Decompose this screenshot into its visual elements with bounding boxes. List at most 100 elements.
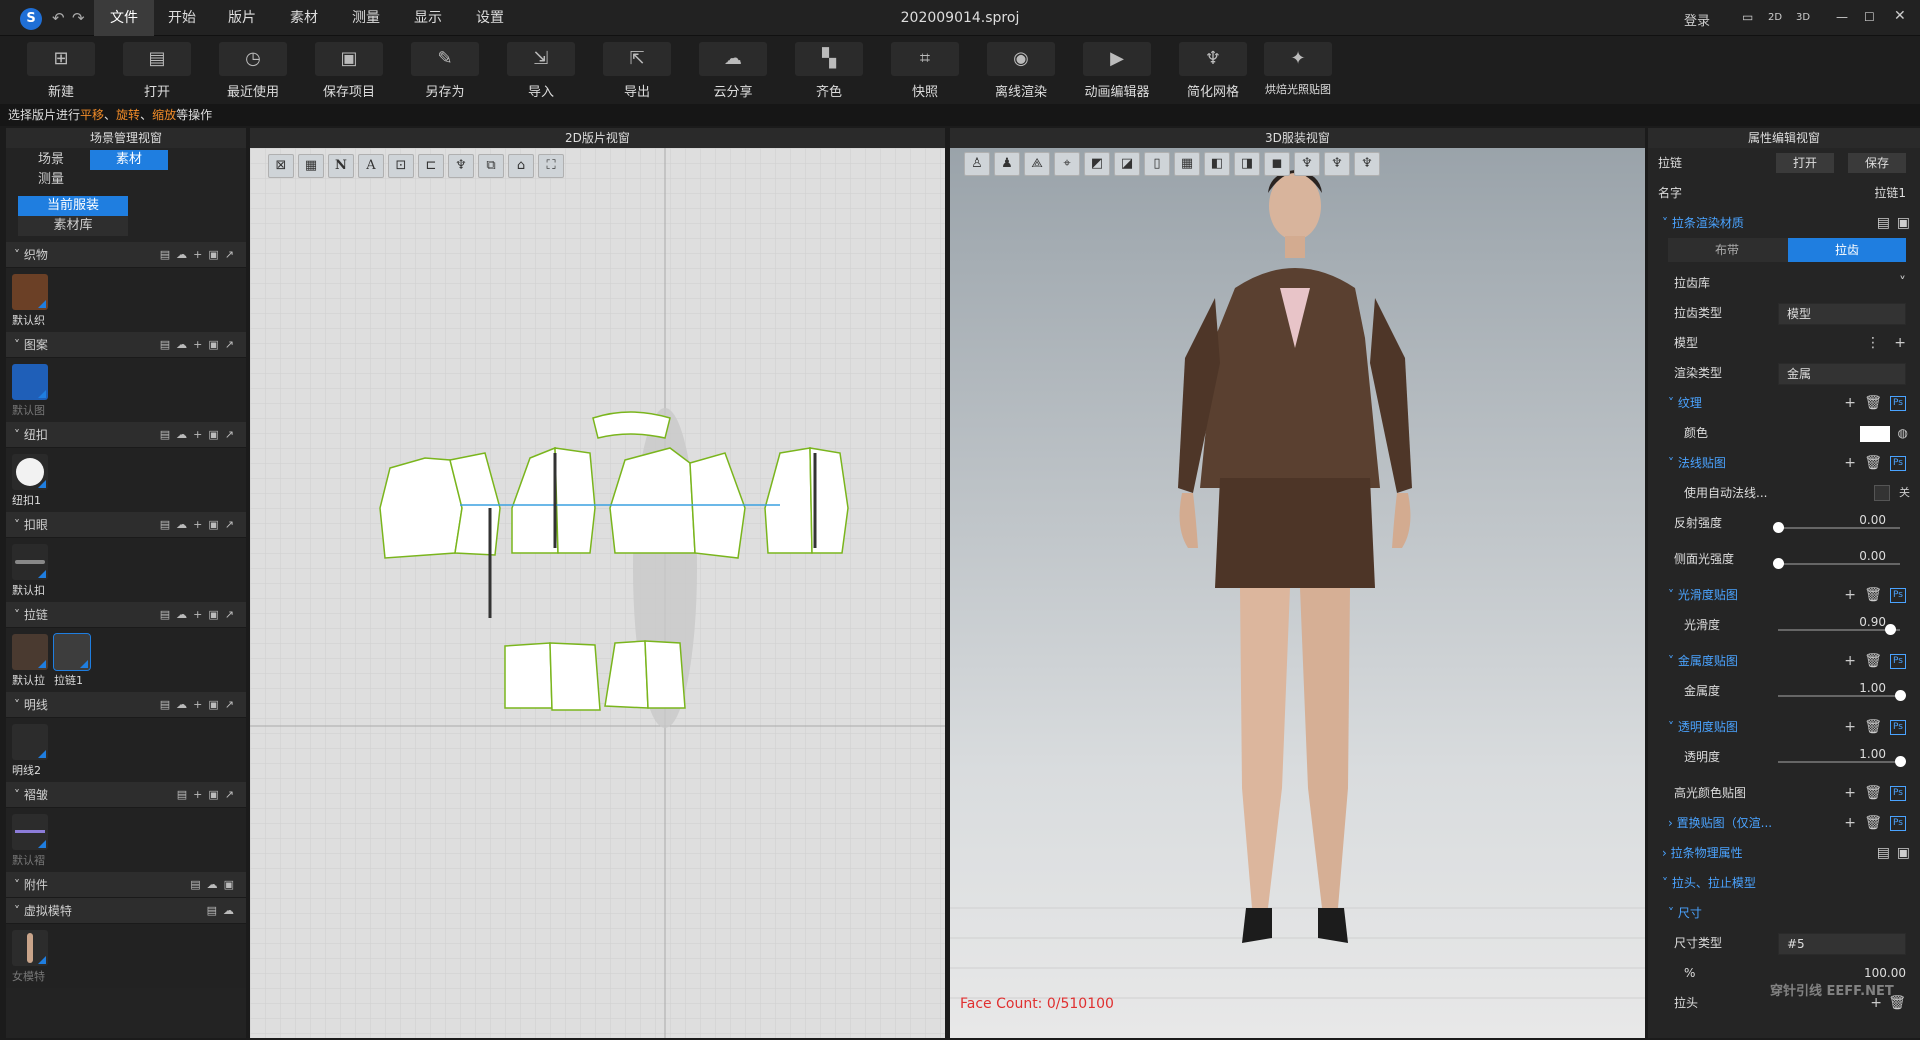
pattern-canvas[interactable] bbox=[250, 148, 945, 1038]
menu-material[interactable]: 素材 bbox=[278, 0, 330, 36]
ruler-icon[interactable]: ⊏ bbox=[418, 154, 444, 178]
minimize-icon[interactable]: — bbox=[1836, 10, 1848, 24]
add-icon[interactable]: + bbox=[1844, 580, 1856, 610]
collar-piece[interactable] bbox=[592, 411, 671, 439]
trash-icon[interactable]: 🗑 bbox=[1864, 808, 1882, 838]
import-button[interactable]: ⇲ 导入 bbox=[504, 42, 578, 100]
shirt-c-icon[interactable]: ♆ bbox=[1354, 152, 1380, 176]
tab-teeth[interactable]: 拉齿 bbox=[1788, 238, 1906, 262]
list-item[interactable]: 默认扣 bbox=[12, 544, 52, 598]
select-icon[interactable]: ⊠ bbox=[268, 154, 294, 178]
open-button[interactable]: ▤ 打开 bbox=[120, 42, 194, 100]
pattern-2d-view[interactable]: 2D版片视窗 ⊠ ▦ N A ⊡ ⊏ ♆ ⧉ ⌂ ⛶ bbox=[250, 128, 945, 1038]
section-fabric[interactable]: ˅ 织物 ▤☁+▣↗ bbox=[6, 242, 246, 268]
measure-icon[interactable]: ⌖ bbox=[1054, 152, 1080, 176]
render-type-select[interactable]: 金属 bbox=[1778, 363, 1906, 385]
transparency-map-section[interactable]: ˅ 透明度贴图 + 🗑 Ps bbox=[1648, 712, 1920, 742]
list-item[interactable]: 默认拉 bbox=[12, 634, 52, 688]
box-icon[interactable]: ⊡ bbox=[388, 154, 414, 178]
wireframe-icon[interactable]: ▦ bbox=[1174, 152, 1200, 176]
redo-icon[interactable]: ↷ bbox=[72, 9, 85, 27]
ps-icon[interactable]: Ps bbox=[1890, 588, 1906, 603]
list-item[interactable]: 明线2 bbox=[12, 724, 52, 778]
ps-icon[interactable]: Ps bbox=[1890, 456, 1906, 471]
pentagon-icon[interactable]: ⌂ bbox=[508, 154, 534, 178]
tab-scene[interactable]: 场景 bbox=[12, 150, 90, 170]
folder-icon[interactable]: ▤ bbox=[1877, 838, 1890, 868]
colorway-button[interactable]: ▚ 齐色 bbox=[792, 42, 866, 100]
export-button[interactable]: ⇱ 导出 bbox=[600, 42, 674, 100]
save-icon[interactable]: ▣ bbox=[1897, 838, 1910, 868]
login-button[interactable]: 登录 bbox=[1684, 10, 1710, 29]
menu-measure[interactable]: 测量 bbox=[340, 0, 392, 36]
tab-material-library[interactable]: 素材库 bbox=[18, 216, 128, 236]
save-project-button[interactable]: ▣ 保存项目 bbox=[312, 42, 386, 100]
garment-3d-view[interactable]: 3D服装视窗 ♙ ♟ ⟁ ⌖ ◩ ◪ ▯ ▦ ◧ ◨ ◼ ♆ ♆ ♆ Face Count: 0/5101… bbox=[950, 128, 1645, 1038]
list-item[interactable]: 默认褶 bbox=[12, 814, 52, 868]
color-wheel-icon[interactable]: ◍ bbox=[1898, 418, 1908, 448]
list-item[interactable]: 默认织 bbox=[12, 274, 52, 328]
menu-start[interactable]: 开始 bbox=[156, 0, 208, 36]
render-c-icon[interactable]: ◼ bbox=[1264, 152, 1290, 176]
list-item[interactable]: 纽扣1 bbox=[12, 454, 52, 508]
open-button[interactable]: 打开 bbox=[1776, 153, 1834, 173]
section-graphic[interactable]: ˅ 图案 ▤☁+▣↗ bbox=[6, 332, 246, 358]
layout-icon[interactable]: ▭ bbox=[1742, 10, 1753, 24]
texture-section[interactable]: ˅ 纹理 + 🗑 Ps bbox=[1648, 388, 1920, 418]
text-icon[interactable]: A bbox=[358, 154, 384, 178]
trash-icon[interactable]: 🗑 bbox=[1864, 388, 1882, 418]
folder-icon[interactable]: ▤ bbox=[1877, 208, 1890, 238]
add-icon[interactable]: + bbox=[1844, 808, 1856, 838]
menu-settings[interactable]: 设置 bbox=[464, 0, 516, 36]
view-2d-button[interactable]: 2D bbox=[1768, 12, 1782, 23]
section-attachment[interactable]: ˅ 附件 ▤☁▣ bbox=[6, 872, 246, 898]
3d-canvas[interactable] bbox=[950, 148, 1645, 1038]
texture-icon[interactable]: ◩ bbox=[1084, 152, 1110, 176]
side-light-slider[interactable]: 0.00 bbox=[1773, 549, 1900, 569]
bake-lightmap-button[interactable]: ✦ 烘焙光照贴图 bbox=[1256, 42, 1340, 97]
save-as-button[interactable]: ✎ 另存为 bbox=[408, 42, 482, 100]
chevron-down-icon[interactable]: ˅ bbox=[1899, 268, 1906, 298]
zipper-model-icon[interactable]: ⋮ bbox=[1866, 328, 1880, 358]
section-topstitch[interactable]: ˅ 明线 ▤☁+▣↗ bbox=[6, 692, 246, 718]
size-type-select[interactable]: #5 bbox=[1778, 933, 1906, 955]
menu-pattern[interactable]: 版片 bbox=[216, 0, 268, 36]
puller-model-section[interactable]: ˅ 拉头、拉止模型 bbox=[1648, 868, 1920, 898]
recent-button[interactable]: ◷ 最近使用 bbox=[216, 42, 290, 100]
section-actions[interactable]: ▤☁+▣↗ bbox=[160, 242, 240, 268]
shirt-a-icon[interactable]: ♆ bbox=[1294, 152, 1320, 176]
leather-skirt[interactable] bbox=[1215, 478, 1375, 588]
gloss-slider[interactable]: 0.90 bbox=[1778, 615, 1900, 635]
section-pleat[interactable]: ˅ 褶皱 ▤+▣↗ bbox=[6, 782, 246, 808]
teeth-type-select[interactable]: 模型 bbox=[1778, 303, 1906, 325]
snapshot-button[interactable]: ⌗ 快照 bbox=[888, 42, 962, 100]
normal-map-section[interactable]: ˅ 法线贴图 + 🗑 Ps bbox=[1648, 448, 1920, 478]
name-value[interactable]: 拉链1 bbox=[1874, 178, 1906, 208]
pose-icon[interactable]: ♙ bbox=[964, 152, 990, 176]
skirt-piece[interactable] bbox=[504, 642, 553, 709]
section-buttonhole[interactable]: ˅ 扣眼 ▤☁+▣↗ bbox=[6, 512, 246, 538]
tab-current-garment[interactable]: 当前服装 bbox=[18, 196, 128, 216]
add-icon[interactable]: + bbox=[1844, 388, 1856, 418]
pattern-piece[interactable] bbox=[379, 457, 463, 559]
section-zipper[interactable]: ˅ 拉链 ▤☁+▣↗ bbox=[6, 602, 246, 628]
list-item[interactable]: 女模特 bbox=[12, 930, 52, 984]
add-icon[interactable]: + bbox=[1844, 712, 1856, 742]
tab-measure[interactable]: 测量 bbox=[12, 170, 90, 190]
section-button[interactable]: ˅ 纽扣 ▤☁+▣↗ bbox=[6, 422, 246, 448]
ps-icon[interactable]: Ps bbox=[1890, 720, 1906, 735]
ps-icon[interactable]: Ps bbox=[1890, 816, 1906, 831]
physics-section[interactable]: › 拉条物理属性 ▤ ▣ bbox=[1648, 838, 1920, 868]
menu-display[interactable]: 显示 bbox=[402, 0, 454, 36]
auto-normal-checkbox[interactable] bbox=[1874, 485, 1890, 501]
save-icon[interactable]: ▣ bbox=[1897, 208, 1910, 238]
transform-icon[interactable]: ⛶ bbox=[538, 154, 564, 178]
pattern-piece[interactable] bbox=[554, 447, 596, 554]
displacement-map-section[interactable]: › 置换贴图（仅渲... + 🗑 Ps bbox=[1648, 808, 1920, 838]
section-avatar[interactable]: ˅ 虚拟模特 ▤☁ bbox=[6, 898, 246, 924]
gloss-map-section[interactable]: ˅ 光滑度贴图 + 🗑 Ps bbox=[1648, 580, 1920, 610]
undo-icon[interactable]: ↶ bbox=[52, 9, 65, 27]
shade-icon[interactable]: ◪ bbox=[1114, 152, 1140, 176]
close-icon[interactable]: ✕ bbox=[1894, 8, 1906, 24]
notch-icon[interactable]: N bbox=[328, 154, 354, 178]
